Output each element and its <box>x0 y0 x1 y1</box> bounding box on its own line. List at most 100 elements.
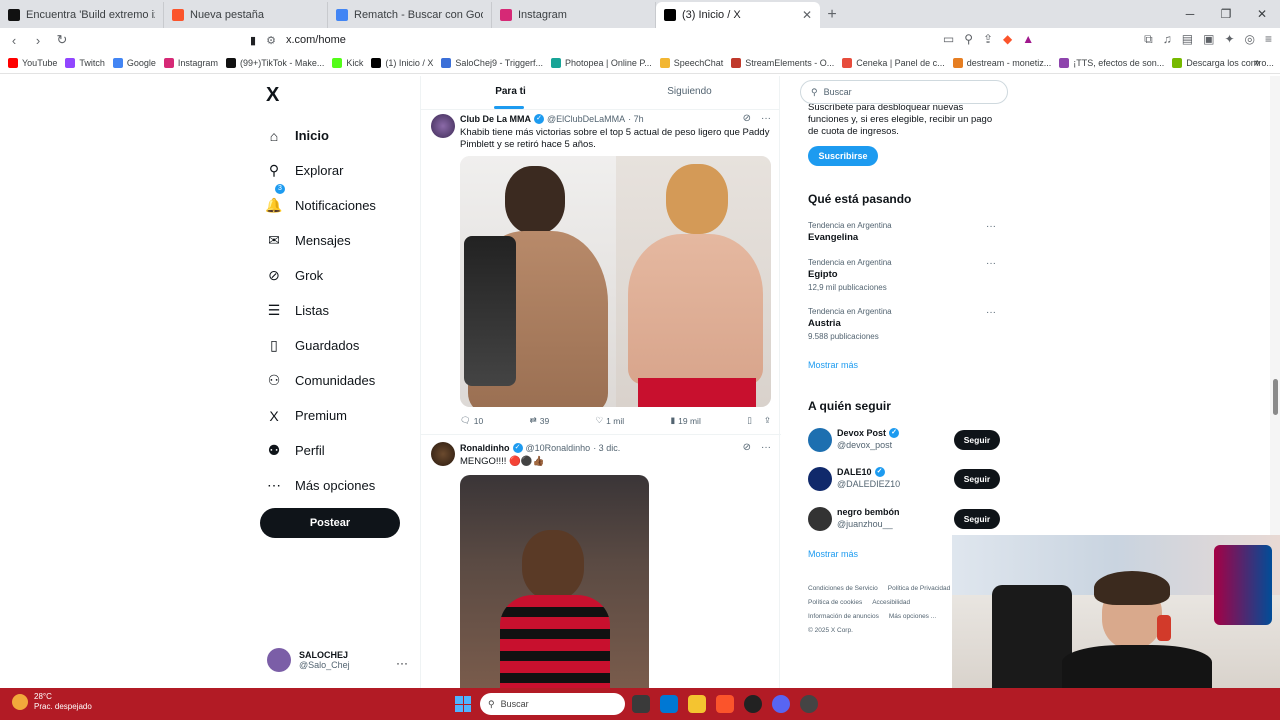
sidebar-item-inicio[interactable]: ⌂ Inicio <box>266 118 376 153</box>
taskbar-search[interactable]: ⚲ Buscar <box>480 693 625 715</box>
tab-siguiendo[interactable]: Siguiendo <box>600 76 779 109</box>
tweet-image[interactable] <box>460 475 649 688</box>
bookmark-item[interactable]: Instagram <box>163 57 218 68</box>
footer-link[interactable]: Política de Privacidad <box>888 585 951 592</box>
sidebar-item-más-opciones[interactable]: ⋯ Más opciones <box>266 468 376 503</box>
footer-link[interactable]: Accesibilidad <box>872 599 910 606</box>
weather-widget[interactable]: 28°C Prac. despejado <box>12 692 92 712</box>
x-logo[interactable]: X <box>266 84 279 107</box>
trend-item[interactable]: Tendencia en Argentina Austria 9.588 pub… <box>808 307 1000 341</box>
more-icon[interactable]: ··· <box>986 221 996 232</box>
footer-link[interactable]: Política de cookies <box>808 599 862 606</box>
extensions-icon[interactable]: ⧉ <box>1144 32 1153 47</box>
windows-start-icon[interactable] <box>455 696 471 712</box>
scrollbar-thumb[interactable] <box>1273 379 1278 415</box>
tweet-image[interactable] <box>460 156 771 407</box>
tab-para-ti[interactable]: Para ti <box>421 76 600 109</box>
post-button[interactable]: Postear <box>260 508 400 538</box>
tweet-author-handle[interactable]: @10Ronaldinho <box>526 443 591 453</box>
share-icon[interactable]: ⇪ <box>764 415 771 426</box>
bookmark-item[interactable]: StreamElements - O... <box>731 57 834 68</box>
leo-icon[interactable]: ✦ <box>1224 32 1234 47</box>
cast-icon[interactable]: ▭ <box>943 32 954 47</box>
sidebar-item-listas[interactable]: ☰ Listas <box>266 293 376 328</box>
browser-tab[interactable]: Instagram <box>492 2 656 28</box>
sidebar-item-premium[interactable]: X Premium <box>266 398 376 433</box>
task-view-icon[interactable] <box>632 695 650 713</box>
show-more-follow-link[interactable]: Mostrar más <box>808 549 858 559</box>
tweet-author-name[interactable]: Ronaldinho <box>460 443 510 453</box>
grok-icon[interactable]: ⊘ <box>743 442 751 453</box>
reload-icon[interactable]: ↻ <box>52 32 72 48</box>
brave-rewards-icon[interactable]: ▲ <box>1022 32 1034 47</box>
bookmark-item[interactable]: YouTube <box>8 57 57 68</box>
trend-item[interactable]: Tendencia en Argentina Egipto 12,9 mil p… <box>808 258 1000 292</box>
sidebar-item-comunidades[interactable]: ⚇ Comunidades <box>266 363 376 398</box>
settings-icon[interactable] <box>800 695 818 713</box>
footer-link[interactable]: Información de anuncios <box>808 613 879 620</box>
file-explorer-icon[interactable] <box>688 695 706 713</box>
follow-suggestion[interactable]: DALE10 ✓ @DALEDIEZ10 Seguir <box>808 465 1000 493</box>
obs-icon[interactable] <box>744 695 762 713</box>
show-more-trends-link[interactable]: Mostrar más <box>808 360 858 370</box>
sidebar-item-mensajes[interactable]: ✉ Mensajes <box>266 223 376 258</box>
bookmark-item[interactable]: destream - monetiz... <box>952 57 1051 68</box>
browser-tab-active[interactable]: (3) Inicio / X ✕ <box>656 2 820 28</box>
bookmark-item[interactable]: (99+)TikTok - Make... <box>225 57 324 68</box>
browser-tab[interactable]: Nueva pestaña <box>164 2 328 28</box>
retweet-button[interactable]: ⇄ 39 <box>530 415 550 426</box>
tweet[interactable]: Club De La MMA ✓ @ElClubDeLaMMA · 7h ⊘ ·… <box>421 110 781 435</box>
discord-icon[interactable] <box>772 695 790 713</box>
tweet-time[interactable]: · 3 dic. <box>593 443 620 453</box>
back-icon[interactable]: ‹ <box>4 33 24 48</box>
subscribe-button[interactable]: Suscribirse <box>808 146 878 166</box>
trend-item[interactable]: Tendencia en Argentina Evangelina ··· <box>808 221 1000 243</box>
tweet-time[interactable]: · 7h <box>628 114 644 124</box>
bookmark-item[interactable]: Kick <box>332 57 363 68</box>
bookmark-item[interactable]: Photopea | Online P... <box>550 57 652 68</box>
sidebar-item-guardados[interactable]: ▯ Guardados <box>266 328 376 363</box>
share-icon[interactable]: ⇪ <box>983 32 993 47</box>
bookmarks-overflow-icon[interactable]: » <box>1254 57 1260 69</box>
media-icon[interactable]: ♫ <box>1163 32 1172 47</box>
browser-tab[interactable]: Encuentra 'Build extremo izquierdo l <box>0 2 164 28</box>
grok-icon[interactable]: ⊘ <box>743 113 751 124</box>
vpn-icon[interactable]: ◎ <box>1245 32 1255 47</box>
bookmark-item[interactable]: Twitch <box>65 57 105 68</box>
more-icon[interactable]: ··· <box>986 307 996 318</box>
more-icon[interactable]: ··· <box>761 442 771 453</box>
sidebar-item-explorar[interactable]: ⚲ Explorar <box>266 153 376 188</box>
minimize-button[interactable]: ─ <box>1172 0 1208 28</box>
profile-more-icon[interactable]: ··· <box>396 656 408 670</box>
bookmark-item[interactable]: SpeechChat <box>659 57 723 68</box>
forward-icon[interactable]: › <box>28 33 48 48</box>
follow-suggestion[interactable]: Devox Post ✓ @devox_post Seguir <box>808 426 1000 454</box>
views-button[interactable]: ▮ 19 mil <box>670 415 700 426</box>
follow-button[interactable]: Seguir <box>954 509 1000 529</box>
more-icon[interactable]: ··· <box>986 258 996 269</box>
bookmark-item[interactable]: ¡TTS, efectos de son... <box>1059 57 1164 68</box>
zoom-icon[interactable]: ⚲ <box>964 32 973 47</box>
reply-button[interactable]: 🗨 10 <box>460 415 483 426</box>
close-tab-icon[interactable]: ✕ <box>802 8 812 22</box>
brave-icon[interactable] <box>716 695 734 713</box>
wallet-icon[interactable]: ▣ <box>1203 32 1214 47</box>
sidebar-toggle-icon[interactable]: ▤ <box>1182 32 1193 47</box>
bookmark-item[interactable]: (1) Inicio / X <box>371 57 433 68</box>
account-switcher[interactable]: SALOCHEJ @Salo_Chej <box>267 648 350 672</box>
site-info-icon[interactable]: ⚙ <box>266 34 276 47</box>
sidebar-item-perfil[interactable]: ⚉ Perfil <box>266 433 376 468</box>
footer-link[interactable]: Condiciones de Servicio <box>808 585 878 592</box>
search-input[interactable]: ⚲ Buscar <box>800 80 1008 104</box>
brave-shield-icon[interactable]: ◆ <box>1003 32 1012 47</box>
more-icon[interactable]: ··· <box>761 113 771 124</box>
bookmark-item[interactable]: Ceneka | Panel de c... <box>842 57 945 68</box>
store-icon[interactable] <box>660 695 678 713</box>
maximize-button[interactable]: ❐ <box>1208 0 1244 28</box>
tweet-author-name[interactable]: Club De La MMA <box>460 114 531 124</box>
bookmark-page-icon[interactable]: ▮ <box>250 34 256 47</box>
sidebar-item-grok[interactable]: ⊘ Grok <box>266 258 376 293</box>
tweet[interactable]: Ronaldinho ✓ @10Ronaldinho · 3 dic. ⊘ ··… <box>421 436 781 688</box>
sidebar-item-notificaciones[interactable]: 🔔 Notificaciones 3 <box>265 184 376 223</box>
close-window-button[interactable]: ✕ <box>1244 0 1280 28</box>
